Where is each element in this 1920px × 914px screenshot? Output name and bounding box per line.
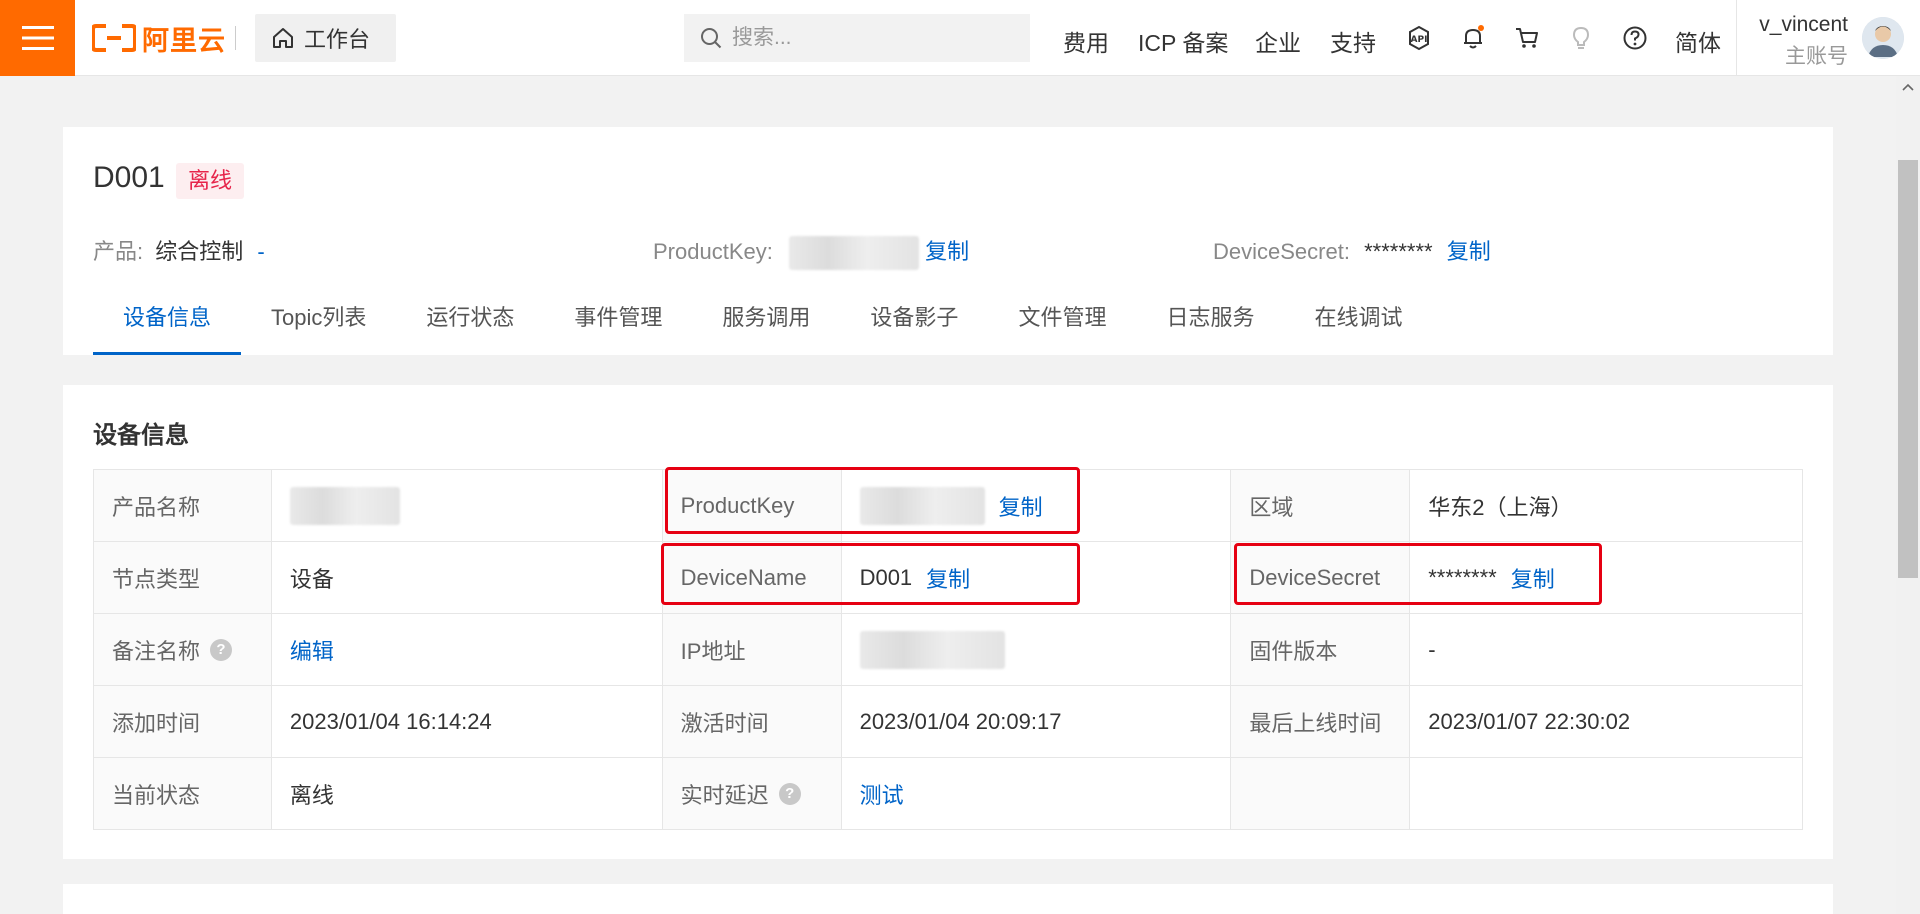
test-latency-link[interactable]: 测试	[860, 778, 904, 810]
alias-label: 备注名称 ?	[94, 614, 272, 685]
product-value: 综合控制	[155, 239, 244, 264]
status-badge: 离线	[176, 163, 245, 199]
node-type-label: 节点类型	[94, 542, 272, 613]
empty-value	[1410, 758, 1804, 829]
tab-run-status[interactable]: 运行状态	[396, 295, 544, 355]
hamburger-menu-button[interactable]	[0, 0, 75, 76]
workbench-button[interactable]: 工作台	[255, 14, 396, 62]
product-meta: 产品: 综合控制 -	[93, 234, 265, 266]
devicesecret-copy-link[interactable]: 复制	[1447, 239, 1491, 264]
device-info-card: 设备信息 产品名称 ProductKey 复制 区域 华东2（上海） 节点类型 …	[63, 385, 1833, 859]
svg-text:API: API	[1411, 35, 1428, 45]
tab-service-call[interactable]: 服务调用	[692, 295, 840, 355]
logo-text: 阿里云	[142, 25, 226, 56]
cart-icon[interactable]	[1513, 24, 1541, 52]
next-section-card	[63, 884, 1833, 914]
highlight-devicesecret	[1234, 543, 1602, 605]
empty-label	[1231, 758, 1411, 829]
highlight-productkey	[665, 467, 1080, 534]
current-status-value: 离线	[272, 758, 663, 829]
productkey-meta: ProductKey: 复制	[653, 234, 969, 271]
help-circle-icon[interactable]: ?	[778, 782, 801, 805]
product-link[interactable]: -	[257, 239, 264, 264]
avatar[interactable]	[1862, 17, 1904, 59]
product-name-label: 产品名称	[94, 470, 272, 541]
nav-icp[interactable]: ICP 备案	[1138, 24, 1228, 58]
nav-fees[interactable]: 费用	[1063, 24, 1109, 58]
table-row: 添加时间 2023/01/04 16:14:24 激活时间 2023/01/04…	[94, 686, 1804, 758]
scrollbar-thumb[interactable]	[1898, 160, 1918, 578]
nav-support[interactable]: 支持	[1330, 24, 1376, 58]
ip-address-value	[842, 614, 1232, 685]
productkey-redacted	[788, 236, 919, 271]
product-name-value	[272, 470, 663, 541]
created-time-value: 2023/01/04 16:14:24	[272, 686, 663, 757]
top-navigation-bar: 阿里云 工作台 费用 ICP 备案 企业 支持 API	[0, 0, 1920, 76]
aliyun-logo-icon	[92, 24, 136, 52]
device-header-card: D001 离线 产品: 综合控制 - ProductKey: 复制 Device…	[63, 127, 1833, 355]
devicesecret-label: DeviceSecret:	[1213, 239, 1350, 264]
current-status-label: 当前状态	[94, 758, 272, 829]
search-icon	[701, 28, 722, 49]
productkey-copy-link[interactable]: 复制	[925, 239, 969, 264]
table-row: 备注名称 ? 编辑 IP地址 固件版本 -	[94, 614, 1804, 686]
tab-topic-list[interactable]: Topic列表	[241, 295, 396, 355]
alias-label-text: 备注名称	[112, 638, 201, 664]
help-circle-icon[interactable]: ?	[210, 638, 233, 661]
last-online-value: 2023/01/07 22:30:02	[1410, 686, 1804, 757]
region-label: 区域	[1231, 470, 1411, 541]
hamburger-icon	[21, 26, 54, 50]
bell-icon[interactable]	[1459, 24, 1487, 52]
help-icon[interactable]	[1621, 24, 1649, 52]
highlight-devicename	[661, 543, 1080, 605]
edit-alias-link[interactable]: 编辑	[290, 634, 334, 666]
user-divider	[1736, 0, 1737, 76]
table-row: 当前状态 离线 实时延迟 ? 测试	[94, 758, 1804, 830]
alias-value: 编辑	[272, 614, 663, 685]
section-title: 设备信息	[93, 422, 189, 449]
workbench-label: 工作台	[304, 27, 371, 52]
realtime-latency-label-text: 实时延迟	[680, 782, 769, 808]
firmware-version-label: 固件版本	[1231, 614, 1411, 685]
device-tabs: 设备信息 Topic列表 运行状态 事件管理 服务调用 设备影子 文件管理 日志…	[93, 295, 1432, 355]
user-name[interactable]: v_vincent	[1759, 13, 1848, 37]
devicesecret-value: ********	[1364, 239, 1433, 264]
logo-divider	[235, 26, 236, 50]
realtime-latency-label: 实时延迟 ?	[662, 758, 842, 829]
tab-device-info[interactable]: 设备信息	[93, 295, 242, 355]
last-online-label: 最后上线时间	[1231, 686, 1411, 757]
tab-device-shadow[interactable]: 设备影子	[840, 295, 988, 355]
scroll-up-arrow-icon[interactable]	[1902, 82, 1914, 92]
created-time-label: 添加时间	[94, 686, 272, 757]
search-box[interactable]	[684, 14, 1030, 62]
lightbulb-icon[interactable]	[1567, 24, 1595, 52]
activated-time-label: 激活时间	[662, 686, 842, 757]
aliyun-logo[interactable]: 阿里云	[92, 20, 226, 56]
devicesecret-meta: DeviceSecret: ******** 复制	[1213, 234, 1491, 266]
language-switch[interactable]: 简体	[1675, 24, 1721, 58]
api-icon[interactable]: API	[1405, 24, 1433, 52]
firmware-version-value: -	[1410, 614, 1804, 685]
home-icon	[273, 28, 293, 48]
nav-enterprise[interactable]: 企业	[1255, 24, 1301, 58]
tab-event-management[interactable]: 事件管理	[544, 295, 692, 355]
tab-online-debug[interactable]: 在线调试	[1284, 295, 1432, 355]
tab-log-service[interactable]: 日志服务	[1136, 295, 1284, 355]
productkey-label: ProductKey:	[653, 239, 773, 264]
tab-file-management[interactable]: 文件管理	[988, 295, 1136, 355]
region-value: 华东2（上海）	[1410, 470, 1804, 541]
ip-address-label: IP地址	[662, 614, 842, 685]
product-name-redacted	[289, 486, 400, 525]
user-role: 主账号	[1785, 45, 1848, 68]
product-label: 产品:	[93, 239, 144, 264]
device-title: D001	[93, 161, 165, 194]
realtime-latency-value: 测试	[842, 758, 1232, 829]
ip-address-redacted	[859, 630, 1005, 669]
search-input[interactable]	[732, 26, 1012, 50]
activated-time-value: 2023/01/04 20:09:17	[842, 686, 1232, 757]
node-type-value: 设备	[272, 542, 663, 613]
